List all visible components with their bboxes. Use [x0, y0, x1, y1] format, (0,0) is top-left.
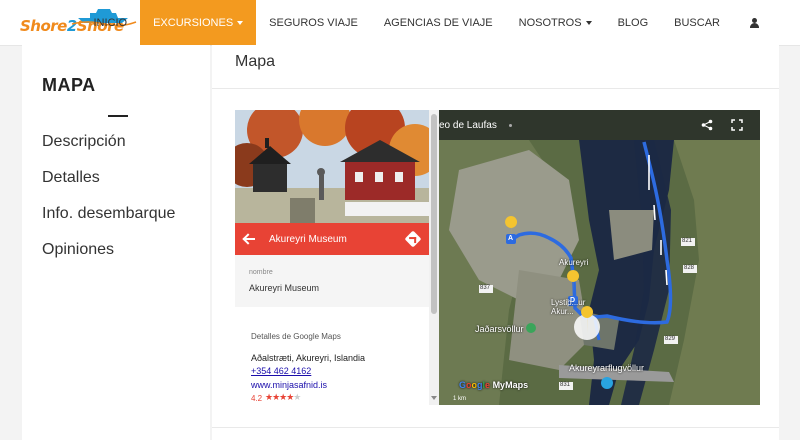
sidebar-link-info-desembarque[interactable]: Info. desembarque [42, 203, 175, 225]
rating-stars: ★★★★★ [265, 392, 301, 402]
caret-down-icon [237, 21, 244, 25]
nav-label: INICIO [93, 16, 128, 29]
field-label: nombre [249, 269, 273, 276]
main-nav: INICIO EXCURSIONES SEGUROS VIAJE AGENCIA… [80, 0, 772, 45]
map-canvas[interactable]: A D Akureyri Lystiþ...ur Akur... Jaðarsv… [439, 110, 760, 405]
nav-agencias-de-viaje[interactable]: AGENCIAS DE VIAJE [371, 0, 506, 45]
fullscreen-icon[interactable] [731, 119, 743, 131]
map-label-harbor: Lystiþ...ur Akur... [551, 298, 586, 316]
nav-label: SEGUROS VIAJE [269, 16, 358, 29]
map-label-akureyri: Akureyri [559, 258, 589, 267]
nav-label: BLOG [617, 16, 649, 29]
user-icon [750, 17, 759, 28]
place-address: Aðalstræti, Akureyri, Islandia [251, 353, 366, 363]
google-my-maps-logo: Google MyMaps [459, 380, 529, 390]
sidebar-links: Descripción Detalles Info. desembarque O… [42, 131, 175, 275]
nav-label: BUSCAR [674, 16, 720, 29]
road-label: 829 [665, 336, 676, 342]
google-details-title: Detalles de Google Maps [251, 332, 341, 341]
satellite-map [439, 110, 760, 405]
title-divider [212, 88, 779, 89]
place-rating: 4.2 [251, 394, 263, 403]
nav-blog[interactable]: BLOG [605, 0, 662, 45]
main-content: Mapa Akureyri Museum nombre Akureyri Mus… [212, 45, 779, 440]
place-info-panel: Akureyri Museum nombre Akureyri Museum D… [235, 110, 429, 405]
road-label: 821 [682, 238, 693, 244]
nav-excursiones[interactable]: EXCURSIONES [140, 0, 257, 45]
sidebar-title-underline [108, 115, 128, 117]
field-value: Akureyri Museum [249, 283, 320, 293]
sidebar-link-descripcion[interactable]: Descripción [42, 131, 175, 153]
nav-label: EXCURSIONES [153, 16, 234, 29]
map-scale: 1 km [453, 396, 467, 402]
panel-scrollbar[interactable] [429, 110, 439, 405]
back-arrow-icon[interactable] [243, 233, 255, 245]
share-icon[interactable] [701, 119, 713, 131]
place-website-link[interactable]: www.minjasafnid.is [251, 380, 327, 390]
info-dot-icon [509, 124, 512, 127]
caret-down-icon [585, 21, 592, 25]
marker-a-label: A [508, 235, 514, 242]
google-map-embed[interactable]: Akureyri Museum nombre Akureyri Museum D… [235, 110, 760, 405]
sidebar-link-detalles[interactable]: Detalles [42, 167, 175, 189]
nav-label: AGENCIAS DE VIAJE [383, 16, 493, 29]
sidebar-title: MAPA [42, 75, 96, 95]
place-name: Akureyri Museum [269, 233, 347, 245]
place-phone-link[interactable]: +354 462 4162 [251, 366, 311, 376]
map-label-park: Jaðarsvöllur [475, 324, 524, 334]
place-name-field: nombre Akureyri Museum [235, 255, 429, 307]
nav-buscar[interactable]: BUSCAR [661, 0, 733, 45]
sidebar: MAPA Descripción Detalles Info. desembar… [22, 45, 210, 440]
map-title: eo de Laufas [439, 120, 497, 131]
sidebar-link-opiniones[interactable]: Opiniones [42, 239, 175, 261]
directions-icon[interactable] [404, 230, 422, 248]
map-title-bar: eo de Laufas [439, 110, 760, 140]
nav-seguros-viaje[interactable]: SEGUROS VIAJE [256, 0, 371, 45]
map-label-airport: Akureyrarflugvöllur [569, 363, 645, 373]
scroll-down-arrow-icon[interactable] [431, 396, 437, 400]
nav-user[interactable] [733, 0, 772, 45]
site-header: Shore2Shore INICIO EXCURSIONES SEGUROS V… [0, 0, 800, 46]
road-label: 828 [684, 265, 695, 271]
road-label: 837 [480, 285, 491, 291]
nav-label: NOSOTROS [518, 16, 582, 29]
road-label: 831 [560, 382, 571, 388]
nav-nosotros[interactable]: NOSOTROS [506, 0, 605, 45]
scrollbar-thumb[interactable] [431, 114, 437, 314]
section-divider [212, 427, 779, 428]
page-title: Mapa [235, 53, 276, 70]
nav-inicio[interactable]: INICIO [80, 0, 140, 45]
place-header-bar: Akureyri Museum [235, 223, 429, 255]
place-photo [235, 110, 429, 223]
